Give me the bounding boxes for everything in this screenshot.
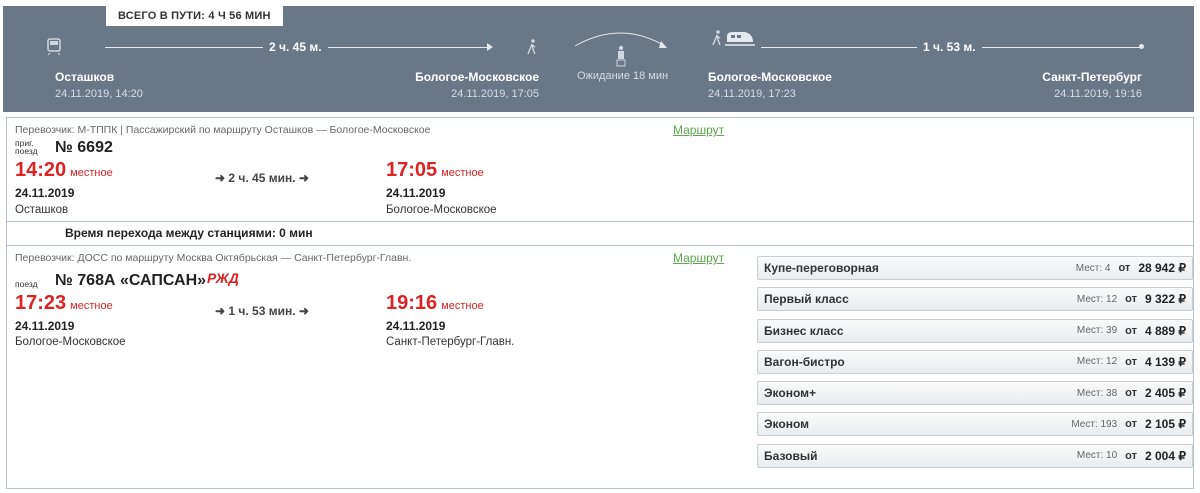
walking-person-icon-2 [711, 30, 723, 48]
carrier-info: Перевозчик: ДОСС по маршруту Москва Октя… [15, 252, 412, 264]
station-name: Санкт-Петербург [1042, 70, 1142, 84]
seats-available: Мест: 193 [1071, 418, 1118, 430]
class-name: Купе-переговорная [764, 261, 879, 275]
arrival-time-note: местное [441, 167, 484, 179]
seats-available: Мест: 12 [1076, 356, 1118, 368]
class-price: 28 942 ₽ [1138, 261, 1186, 275]
price-from: от [1125, 387, 1137, 400]
departure-date: 24.11.2019 [15, 319, 75, 333]
class-price: 4 889 ₽ [1145, 323, 1186, 338]
price-from: от [1125, 449, 1137, 462]
class-price: 9 322 ₽ [1145, 292, 1186, 307]
departure-time: 17:23 местное [15, 292, 113, 314]
arrival-time: 19:16 местное [386, 292, 484, 314]
arrival-date: 24.11.2019 [386, 319, 446, 333]
car-class-kupe-peregovornaya[interactable]: Купе-переговорная Мест: 4 от 28 942 ₽ [757, 256, 1193, 280]
price-from: от [1125, 293, 1137, 306]
train-icon [47, 38, 61, 58]
car-class-economy-plus[interactable]: Эконом+ Мест: 38 от 2 405 ₽ [757, 381, 1193, 406]
route-link[interactable]: Маршрут [673, 123, 724, 137]
car-class-first[interactable]: Первый класс Мест: 12 от 9 322 ₽ [757, 287, 1193, 312]
class-price: 2 405 ₽ [1145, 386, 1186, 401]
carrier-info: Перевозчик: М-ТППК | Пассажирский по мар… [15, 124, 431, 136]
price-from: от [1125, 418, 1137, 431]
car-class-list: Купе-переговорная Мест: 4 от 28 942 ₽ Первы… [757, 256, 1193, 475]
arrival-station: Бологое-Московское [386, 204, 497, 216]
class-name: Базовый [764, 448, 818, 463]
class-name: Эконом+ [764, 386, 817, 401]
station-datetime: 24.11.2019, 17:05 [451, 88, 539, 100]
seats-available: Мест: 10 [1076, 450, 1118, 462]
station-destination: Санкт-Петербург 24.11.2019, 19:16 [1042, 70, 1142, 100]
seats-available: Мест: 38 [1076, 387, 1118, 399]
route-link[interactable]: Маршрут [673, 251, 724, 265]
departure-station: Осташков [15, 204, 69, 216]
transfer-time: Время перехода между станциями: 0 мин [6, 222, 1194, 245]
station-transfer-arrive: Бологое-Московское 24.11.2019, 17:05 [415, 70, 539, 100]
total-travel-time: ВСЕГО В ПУТИ: 4 Ч 56 МИН [106, 6, 283, 26]
class-name: Эконом [764, 417, 810, 432]
leg2-duration: 1 ч. 53 м. [917, 38, 982, 56]
car-class-economy[interactable]: Эконом Мест: 193 от 2 105 ₽ [757, 412, 1193, 437]
train-type: поезд [15, 279, 38, 289]
station-datetime: 24.11.2019, 17:23 [708, 88, 796, 100]
arrival-time: 17:05 местное [386, 159, 484, 181]
class-price: 4 139 ₽ [1145, 354, 1186, 369]
station-name: Бологое-Московское [708, 70, 832, 84]
car-class-basic[interactable]: Базовый Мест: 10 от 2 004 ₽ [757, 443, 1193, 468]
seats-available: Мест: 4 [1075, 262, 1111, 274]
departure-station: Бологое-Московское [15, 336, 126, 348]
class-price: 2 004 ₽ [1145, 448, 1186, 463]
segment-duration: ➜ 1 ч. 53 мин. ➜ [215, 304, 309, 318]
class-name: Бизнес класс [764, 323, 844, 338]
class-price: 2 105 ₽ [1145, 417, 1186, 432]
departure-date: 24.11.2019 [15, 186, 75, 200]
waiting-arc-icon [574, 32, 667, 67]
journey-header: ВСЕГО В ПУТИ: 4 Ч 56 МИН 2 ч. 45 м. Ожид… [3, 6, 1194, 112]
high-speed-train-icon [725, 28, 755, 50]
leg1-duration: 2 ч. 45 м. [263, 38, 328, 56]
arrival-date: 24.11.2019 [386, 186, 446, 200]
price-from: от [1118, 262, 1131, 274]
train-type: приг. поезд [15, 138, 38, 156]
departure-time-note: местное [70, 167, 113, 179]
station-datetime: 24.11.2019, 19:16 [1054, 88, 1142, 100]
class-name: Первый класс [764, 292, 849, 307]
rzd-logo: РЖД [207, 270, 239, 286]
class-name: Вагон-бистро [764, 354, 845, 369]
station-name: Осташков [55, 70, 115, 84]
price-from: от [1125, 324, 1137, 337]
walking-person-icon [526, 39, 538, 57]
station-origin: Осташков 24.11.2019, 14:20 [55, 70, 143, 100]
waiting-time: Ожидание 18 мин [577, 70, 669, 82]
departure-time-note: местное [70, 300, 113, 312]
station-datetime: 24.11.2019, 14:20 [55, 88, 143, 100]
segment-1: Перевозчик: М-ТППК | Пассажирский по мар… [6, 117, 1194, 222]
arrival-time-note: местное [441, 300, 484, 312]
car-class-business[interactable]: Бизнес класс Мест: 39 от 4 889 ₽ [757, 318, 1193, 343]
segment-2: Перевозчик: ДОСС по маршруту Москва Октя… [6, 245, 1194, 489]
seats-available: Мест: 39 [1076, 325, 1118, 337]
train-number: № 768А «САПСАН» [55, 272, 207, 289]
segment-duration: ➜ 2 ч. 45 мин. ➜ [215, 171, 309, 185]
arrival-station: Санкт-Петербург-Главн. [386, 336, 515, 348]
train-number: № 6692 [55, 139, 113, 156]
station-name: Бологое-Московское [415, 70, 539, 84]
car-class-bistro[interactable]: Вагон-бистро Мест: 12 от 4 139 ₽ [757, 349, 1193, 374]
seats-available: Мест: 12 [1076, 293, 1118, 305]
departure-time: 14:20 местное [15, 159, 113, 181]
station-transfer-depart: Бологое-Московское 24.11.2019, 17:23 [708, 70, 832, 100]
price-from: от [1125, 355, 1137, 368]
